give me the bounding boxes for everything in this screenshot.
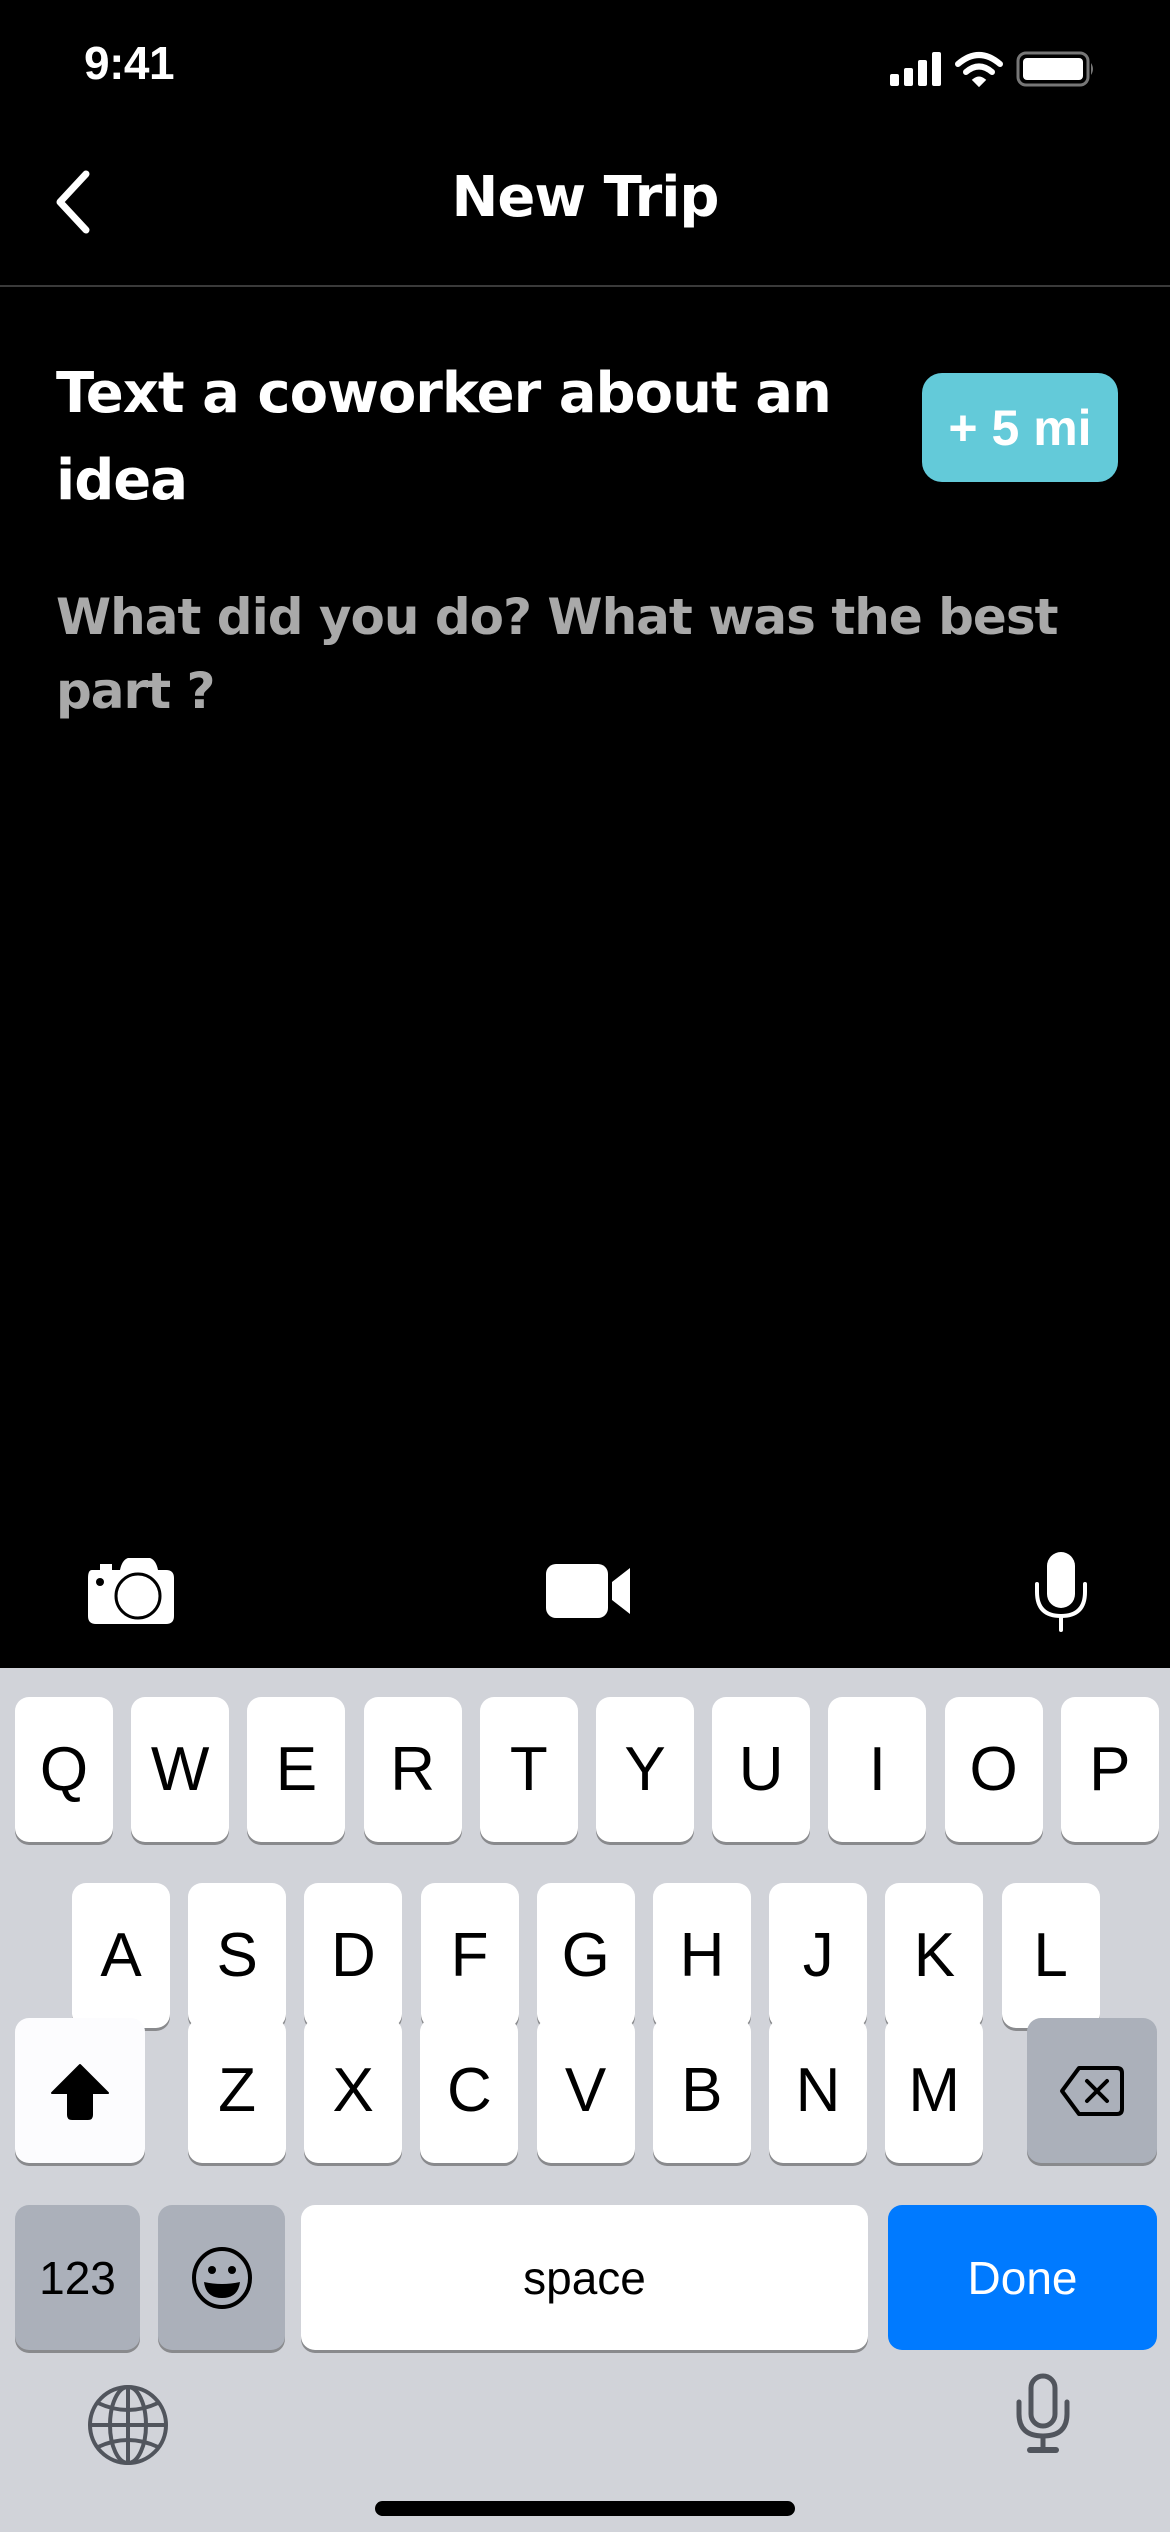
key-e[interactable]: E <box>247 1697 346 1842</box>
key-w[interactable]: W <box>131 1697 230 1842</box>
key-s[interactable]: S <box>188 1883 287 2028</box>
video-icon <box>546 1564 630 1618</box>
key-f[interactable]: F <box>420 1883 519 2028</box>
video-button[interactable] <box>544 1560 634 1622</box>
key-a[interactable]: A <box>72 1883 170 2028</box>
note-input[interactable] <box>56 580 1116 1480</box>
key-j[interactable]: J <box>769 1883 868 2028</box>
key-n[interactable]: N <box>769 2018 867 2163</box>
camera-button[interactable] <box>86 1552 176 1628</box>
globe-icon <box>88 2385 168 2465</box>
emoji-icon <box>191 2246 252 2309</box>
key-o[interactable]: O <box>944 1697 1043 1842</box>
shift-key[interactable] <box>15 2018 145 2163</box>
page-title: New Trip <box>451 165 719 230</box>
key-q[interactable]: Q <box>15 1697 113 1842</box>
key-i[interactable]: I <box>828 1697 927 1842</box>
key-z[interactable]: Z <box>188 2018 286 2163</box>
miles-badge[interactable]: + 5 mi <box>922 373 1118 482</box>
key-h[interactable]: H <box>653 1883 751 2028</box>
wifi-icon <box>955 52 1003 88</box>
nav-divider <box>0 285 1170 287</box>
globe-button[interactable] <box>86 2383 170 2467</box>
key-p[interactable]: P <box>1060 1697 1159 1842</box>
shift-arrow-icon <box>51 2063 109 2120</box>
key-x[interactable]: X <box>304 2018 403 2163</box>
battery-icon <box>1016 51 1093 87</box>
key-m[interactable]: M <box>885 2018 984 2163</box>
home-indicator[interactable] <box>375 2501 795 2516</box>
backspace-icon <box>1060 2065 1124 2116</box>
key-d[interactable]: D <box>304 1883 403 2028</box>
dictation-button[interactable] <box>1010 2372 1076 2456</box>
key-u[interactable]: U <box>712 1697 811 1842</box>
key-t[interactable]: T <box>479 1697 578 1842</box>
key-g[interactable]: G <box>536 1883 635 2028</box>
cellular-signal-icon <box>890 52 941 86</box>
key-r[interactable]: R <box>363 1697 462 1842</box>
delete-key[interactable] <box>1027 2018 1157 2163</box>
key-l[interactable]: L <box>1001 1883 1100 2028</box>
voice-record-button[interactable] <box>1030 1550 1092 1634</box>
done-key[interactable]: Done <box>888 2205 1157 2350</box>
status-icons <box>888 50 1098 90</box>
microphone-icon <box>1035 1552 1087 1632</box>
key-v[interactable]: V <box>536 2018 635 2163</box>
key-y[interactable]: Y <box>596 1697 694 1842</box>
camera-icon <box>88 1558 174 1624</box>
keyboard: QWERTYUIOP ASDFGHJKL ZXCVBNM 123 space D… <box>0 1668 1170 2532</box>
emoji-key[interactable] <box>158 2205 285 2350</box>
numbers-key[interactable]: 123 <box>15 2205 140 2350</box>
key-c[interactable]: C <box>420 2018 519 2163</box>
task-title: Text a coworker about an idea <box>56 361 832 513</box>
dictation-mic-icon <box>1016 2373 1070 2453</box>
space-key[interactable]: space <box>301 2205 868 2350</box>
key-k[interactable]: K <box>885 1883 984 2028</box>
key-b[interactable]: B <box>652 2018 751 2163</box>
status-time: 9:41 <box>84 37 175 89</box>
